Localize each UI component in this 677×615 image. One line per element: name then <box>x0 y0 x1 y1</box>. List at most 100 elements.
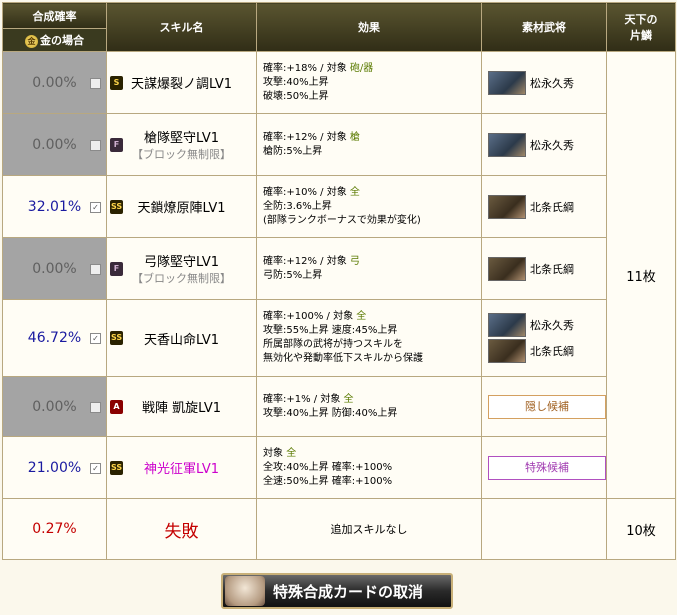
skill-name: 天鎖燎原陣LV1 <box>137 201 226 216</box>
rank-badge-icon: F <box>110 137 123 152</box>
effect-line: 全防:3.6%上昇 <box>263 200 332 212</box>
cancel-special-card-button[interactable]: 特殊合成カードの取消 <box>221 573 453 609</box>
rank-badge-icon: S <box>110 75 123 90</box>
header-skill: スキル名 <box>106 2 257 52</box>
skill-name: 弓隊堅守LV1 <box>144 255 219 270</box>
character-portrait-icon <box>225 576 265 606</box>
skill-note: 【ブロック無制限】 <box>132 272 231 285</box>
effect-target: 全 <box>343 393 354 405</box>
effect-cell: 確率:+18% / 対象 砲/器 攻撃:40%上昇 破壊:50%上昇 <box>256 51 482 114</box>
effect-cell: 確率:+1% / 対象 全攻撃:40%上昇 防御:40%上昇 <box>256 376 482 437</box>
effect-cell: 対象 全全攻:40%上昇 確率:+100% 全速:50%上昇 確率:+100% <box>256 436 482 499</box>
general-portrait-icon <box>488 194 526 219</box>
effect-line: 全速:50%上昇 確率:+100% <box>263 475 393 487</box>
effect-target: 全 <box>356 311 367 322</box>
probability-cell: 0.00% <box>2 376 107 437</box>
rank-badge-icon: F <box>110 261 123 276</box>
skill-name: 神光征軍LV1 <box>144 462 219 477</box>
skill-row: 0.00% A 戦陣 凱旋LV1 確率:+1% / 対象 全攻撃:40%上昇 防御:4… <box>2 376 676 437</box>
rank-badge-icon: SS <box>110 460 124 475</box>
skill-name-cell: S 天謀爆裂ノ調LV1 <box>106 51 257 114</box>
skill-name-cell: A 戦陣 凱旋LV1 <box>106 376 257 437</box>
material-cell: 北条氏綱 <box>481 237 607 300</box>
probability-cell: 0.00% <box>2 237 107 300</box>
probability-cell: 21.00% ✓ <box>2 436 107 499</box>
general-portrait-icon <box>488 313 526 337</box>
effect-cell: 確率:+10% / 対象 全全防:3.6%上昇 (部隊ランクボーナスで効果が変化) <box>256 175 482 238</box>
select-checkbox[interactable] <box>90 77 101 89</box>
material-general[interactable]: 北条氏綱 <box>488 256 600 281</box>
general-portrait-icon <box>488 132 526 157</box>
candidate-button[interactable]: 隠し候補 <box>488 394 606 419</box>
fail-material <box>481 498 607 560</box>
select-checkbox[interactable] <box>90 401 101 413</box>
select-checkbox[interactable]: ✓ <box>90 333 101 344</box>
effect-line: 攻撃:55%上昇 速度:45%上昇 <box>263 325 398 336</box>
effect-target: 全 <box>286 447 297 459</box>
effect-line: 所属部隊の武将が持つスキルを <box>263 339 403 350</box>
skill-row: 46.72% ✓ SS 天香山命LV1 確率:+100% / 対象 全攻撃:55%上昇 … <box>2 299 676 377</box>
rank-badge-icon: SS <box>110 331 124 345</box>
effect-line: (部隊ランクボーナスで効果が変化) <box>263 214 421 226</box>
material-cell: 松永久秀 <box>481 113 607 176</box>
skill-fusion-table: 合成確率 スキル名 効果 素材武将 天下の 片鱗 金金の場合 0.00% S 天謀爆裂… <box>2 2 676 560</box>
skill-row: 0.00% S 天謀爆裂ノ調LV1 確率:+18% / 対象 砲/器 攻撃:40%上昇破… <box>2 51 676 499</box>
effect-target: 弓 <box>349 255 360 267</box>
effect-target: 砲/器 <box>349 62 374 74</box>
gold-coin-icon: 金 <box>25 34 38 48</box>
fragments-cell: 11枚 <box>606 51 676 499</box>
effect-target: 槍 <box>349 131 360 143</box>
rank-badge-icon: A <box>110 399 123 414</box>
header-effect: 効果 <box>256 2 482 52</box>
material-general[interactable]: 北条氏綱 <box>488 339 600 363</box>
effect-line: 攻撃:40%上昇 <box>263 76 329 88</box>
skill-note: 【ブロック無制限】 <box>132 148 231 161</box>
material-cell: 北条氏綱 <box>481 175 607 238</box>
effect-line: 弓防:5%上昇 <box>263 269 323 281</box>
skill-name: 天香山命LV1 <box>144 332 219 348</box>
effect-line: 確率:+1% / 対象 <box>263 393 344 405</box>
skill-name: 天謀爆裂ノ調LV1 <box>131 77 232 92</box>
skill-name-cell: SS 天香山命LV1 <box>106 299 257 377</box>
fail-fragments: 10枚 <box>606 498 676 560</box>
effect-line: 攻撃:40%上昇 防御:40%上昇 <box>263 407 398 419</box>
material-general[interactable]: 北条氏綱 <box>488 194 600 219</box>
effect-line: 対象 <box>263 447 287 459</box>
select-checkbox[interactable]: ✓ <box>90 201 101 213</box>
probability-cell: 32.01% ✓ <box>2 175 107 238</box>
select-checkbox[interactable] <box>90 263 101 275</box>
probability-cell: 0.00% <box>2 113 107 176</box>
skill-name: 戦陣 凱旋LV1 <box>141 401 222 416</box>
fail-label: 失敗 <box>106 498 257 560</box>
effect-line: 確率:+12% / 対象 <box>263 131 350 143</box>
skill-name-cell: SS 神光征軍LV1 <box>106 436 257 499</box>
effect-cell: 確率:+100% / 対象 全攻撃:55%上昇 速度:45%上昇 所属部隊の武将が… <box>256 299 482 377</box>
general-portrait-icon <box>488 256 526 281</box>
candidate-button[interactable]: 特殊候補 <box>488 455 606 480</box>
probability-cell: 46.72% ✓ <box>2 299 107 377</box>
fail-effect: 追加スキルなし <box>256 498 482 560</box>
effect-line: 確率:+10% / 対象 <box>263 186 350 198</box>
header-material: 素材武将 <box>481 2 607 52</box>
material-general[interactable]: 松永久秀 <box>488 313 600 337</box>
effect-cell: 確率:+12% / 対象 弓弓防:5%上昇 <box>256 237 482 300</box>
material-general[interactable]: 松永久秀 <box>488 70 600 95</box>
header-fragment: 天下の 片鱗 <box>606 2 676 52</box>
effect-target: 全 <box>349 186 360 198</box>
fail-probability: 0.27% <box>2 498 107 560</box>
select-checkbox[interactable]: ✓ <box>90 462 101 474</box>
skill-row: 21.00% ✓ SS 神光征軍LV1 対象 全全攻:40%上昇 確率:+100% 全速:… <box>2 436 676 499</box>
material-general[interactable]: 松永久秀 <box>488 132 600 157</box>
header-prob: 合成確率 <box>2 2 107 29</box>
effect-line: 確率:+100% / 対象 <box>263 311 357 322</box>
material-cell: 隠し候補 <box>481 376 607 437</box>
rank-badge-icon: SS <box>110 199 124 214</box>
effect-line: 槍防:5%上昇 <box>263 145 323 157</box>
skill-name-cell: F 弓隊堅守LV1 【ブロック無制限】 <box>106 237 257 300</box>
header-gold-case: 金金の場合 <box>2 28 107 52</box>
general-portrait-icon <box>488 339 526 363</box>
effect-line: 確率:+12% / 対象 <box>263 255 350 267</box>
skill-name-cell: F 槍隊堅守LV1 【ブロック無制限】 <box>106 113 257 176</box>
select-checkbox[interactable] <box>90 139 101 151</box>
effect-line: 確率:+18% / 対象 <box>263 62 350 74</box>
